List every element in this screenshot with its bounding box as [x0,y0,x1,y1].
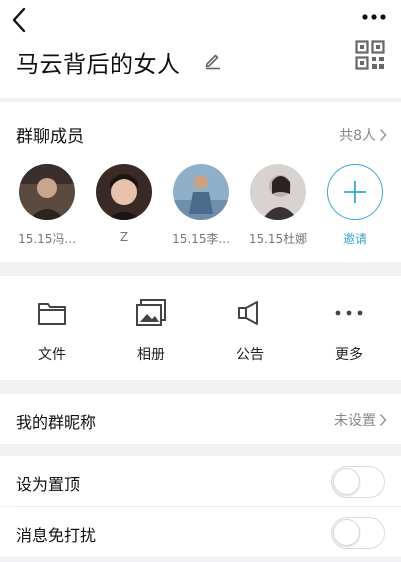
more-dots-icon [332,296,366,330]
announcement-label: 公告 [236,347,264,363]
do-not-disturb-row: 消息免打扰 [0,507,401,557]
folder-icon [35,296,69,330]
album-label: 相册 [137,347,165,363]
member-item[interactable]: 15.15冯... [7,164,87,247]
actions-section: 文件 相册 公告 更多 [0,276,401,380]
avatar [19,164,75,220]
member-name: Z [119,230,129,244]
avatar [173,164,229,220]
chevron-right-icon [379,413,387,427]
files-button[interactable]: 文件 [12,296,92,364]
album-icon [134,296,168,330]
member-count-link[interactable]: 共8人 [339,125,387,145]
member-name: 15.15李... [172,232,230,246]
back-icon[interactable] [8,6,32,34]
invite-label: 邀请 [342,232,367,246]
invite-button[interactable]: 邀请 [315,164,395,247]
toggle-knob [333,468,360,495]
group-nickname-label: 我的群昵称 [16,413,97,432]
megaphone-icon [233,296,267,330]
group-nickname-row[interactable]: 我的群昵称 未设置 [0,394,401,444]
announcement-button[interactable]: 公告 [210,296,290,364]
pin-to-top-label: 设为置顶 [16,475,81,494]
member-item[interactable]: 15.15李... [161,164,241,247]
do-not-disturb-toggle[interactable] [331,517,385,549]
do-not-disturb-label: 消息免打扰 [16,526,97,545]
pin-to-top-row: 设为置顶 [0,456,401,506]
group-nickname-value-wrap: 未设置 [334,410,387,430]
header: 马云背后的女人 [0,0,401,98]
members-section: 群聊成员 共8人 15.15冯... Z 15.15李... 15.15杜娜 邀… [0,102,401,262]
group-nickname-value: 未设置 [334,413,376,429]
album-button[interactable]: 相册 [111,296,191,364]
more-icon[interactable] [361,10,387,24]
member-count: 共8人 [339,128,376,144]
member-item[interactable]: 15.15杜娜 [238,164,318,247]
group-title[interactable]: 马云背后的女人 [16,45,181,79]
member-item[interactable]: Z [84,164,164,244]
pin-to-top-toggle[interactable] [331,466,385,498]
avatar [250,164,306,220]
member-name: 15.15冯... [18,232,76,246]
more-label: 更多 [335,347,363,363]
edit-icon[interactable] [203,50,223,70]
add-member-icon [327,164,383,220]
members-title: 群聊成员 [16,127,84,147]
more-button[interactable]: 更多 [309,296,389,364]
chevron-right-icon [379,128,387,142]
qr-code-icon[interactable] [355,40,385,70]
files-label: 文件 [38,347,66,363]
avatar [96,164,152,220]
member-name: 15.15杜娜 [248,232,308,246]
toggle-knob [333,519,360,546]
